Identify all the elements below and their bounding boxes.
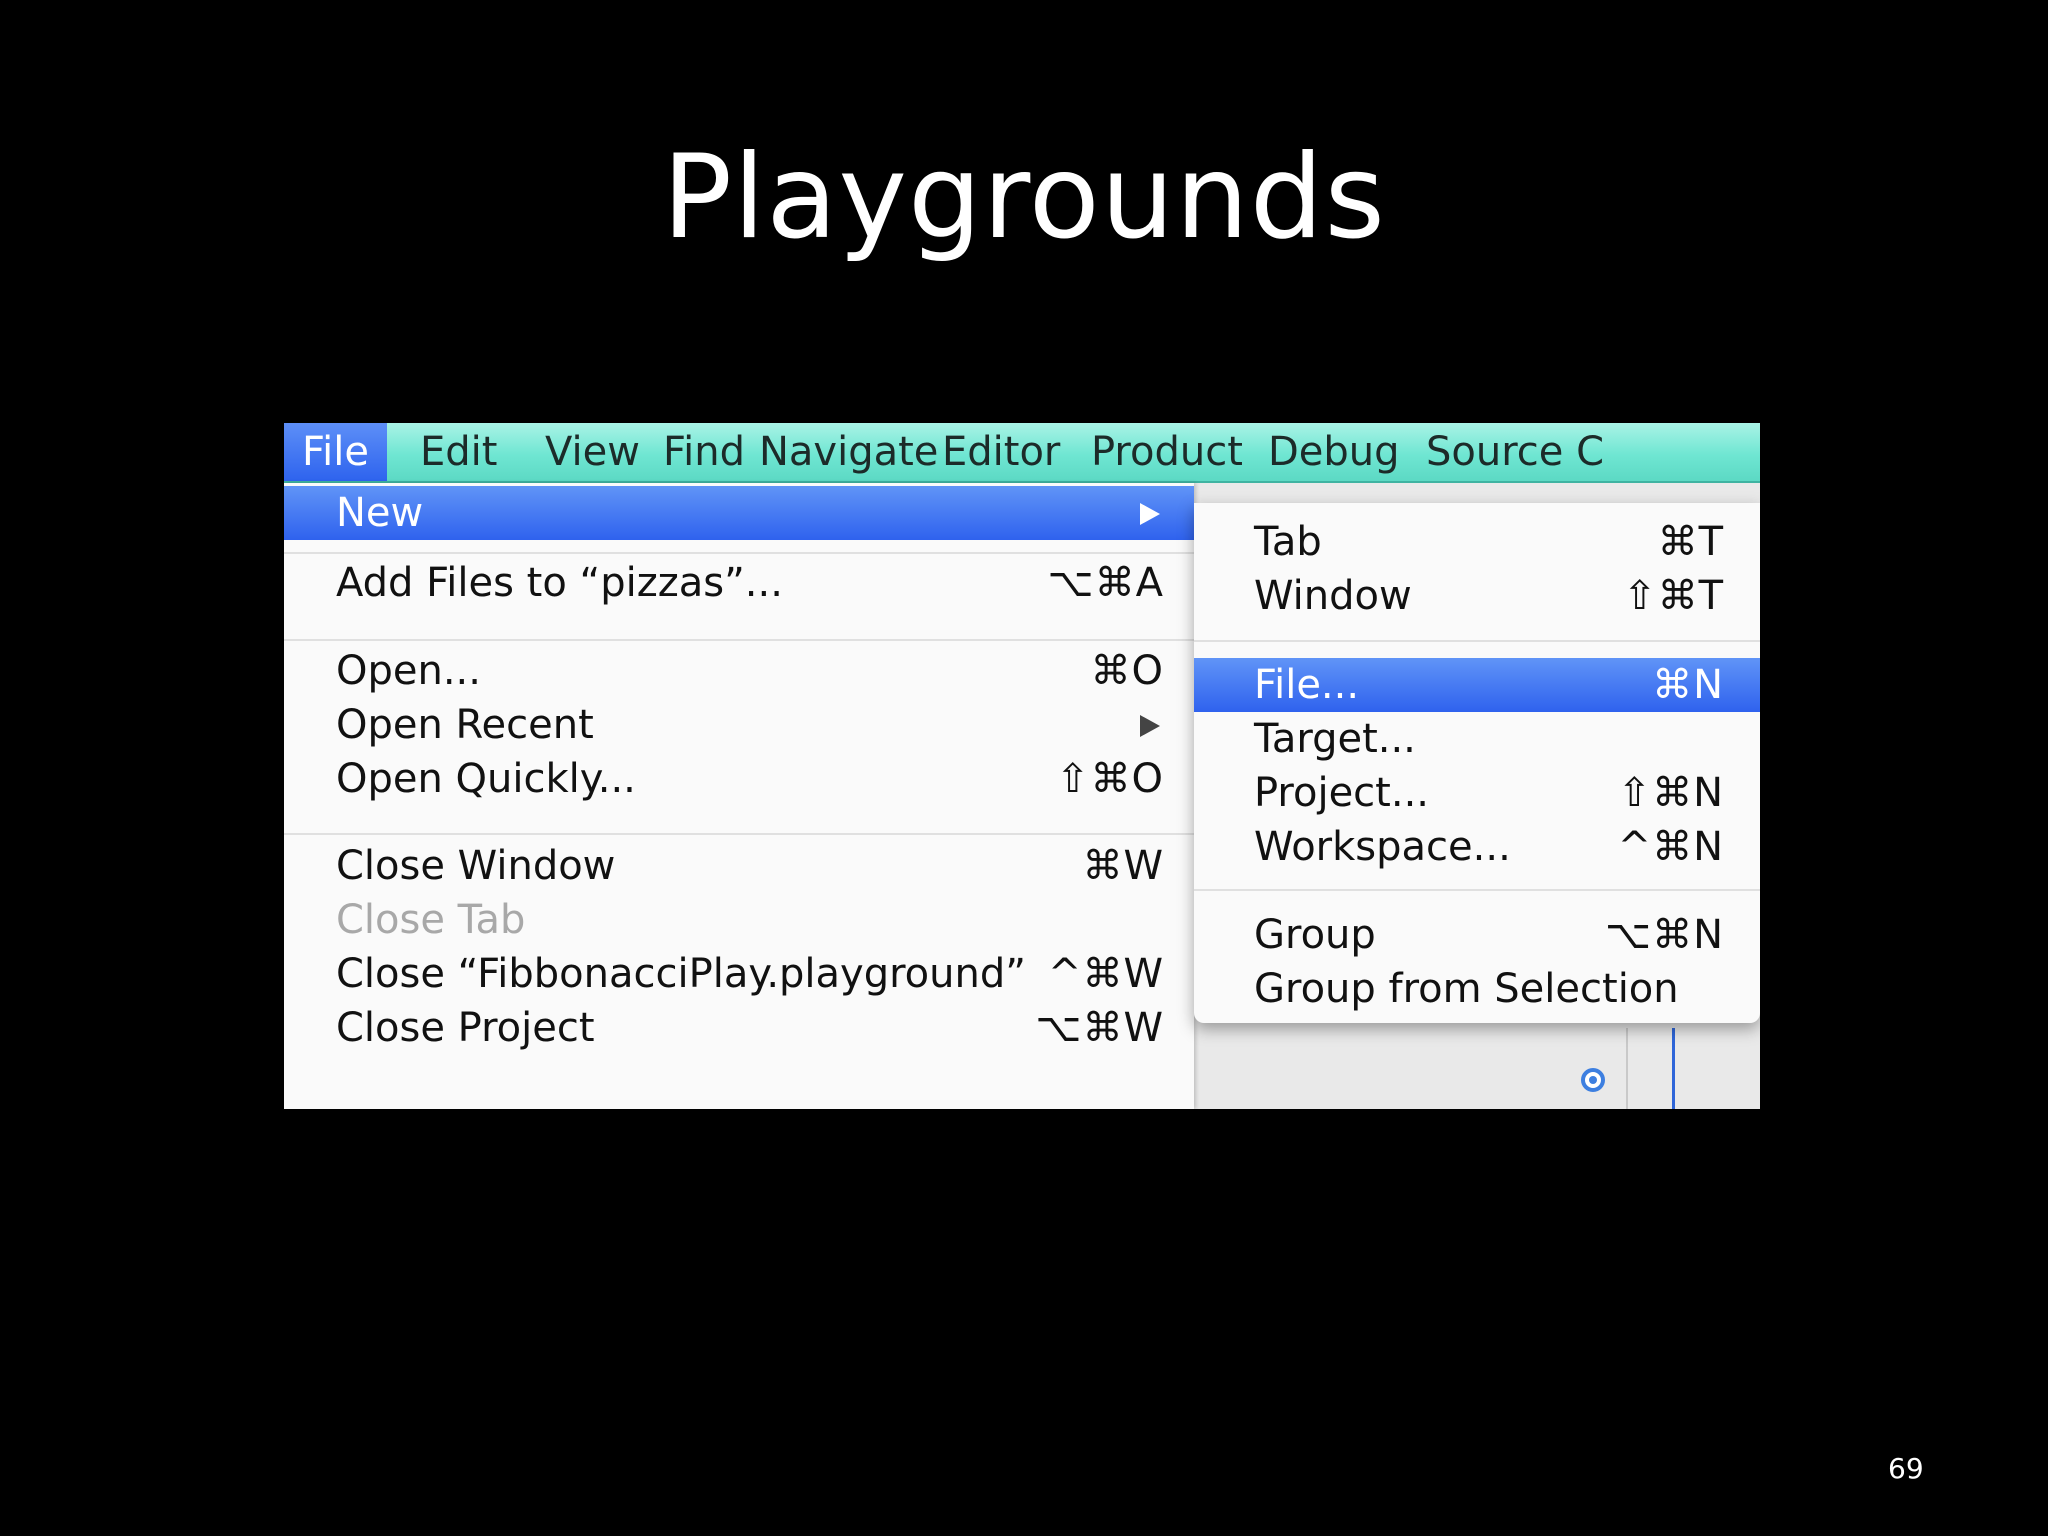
background-divider-blue [1672,1028,1675,1109]
submenu-item-group[interactable]: Group ⌥⌘N [1194,908,1760,962]
menu-file[interactable]: File [284,423,387,481]
menu-item-label: New [336,490,424,536]
xcode-screenshot: File Edit View Find Navigate Editor Prod… [284,423,1760,1109]
menu-item-label: Close Tab [336,897,526,943]
submenu-item-workspace[interactable]: Workspace... ^⌘N [1194,820,1760,874]
menu-separator [284,639,1194,641]
menu-item-shortcut: ⇧⌘T [1623,573,1724,619]
menu-item-shortcut: ⌘T [1657,519,1724,565]
slide-title: Playgrounds [662,130,1386,265]
submenu-item-window[interactable]: Window ⇧⌘T [1194,569,1760,623]
menu-item-label: File... [1254,662,1360,708]
menu-item-close-window[interactable]: Close Window ⌘W [284,839,1194,893]
menu-product[interactable]: Product [1083,423,1251,481]
menu-item-label: Close Window [336,843,616,889]
submenu-item-project[interactable]: Project... ⇧⌘N [1194,766,1760,820]
menu-item-label: Close “FibbonacciPlay.playground” [336,951,1026,997]
submenu-arrow-icon [1140,715,1160,737]
menu-item-shortcut: ⇧⌘N [1617,770,1724,816]
menu-item-open-recent[interactable]: Open Recent [284,698,1194,752]
menu-item-shortcut: ⌘O [1090,648,1164,694]
menu-item-label: Open... [336,648,481,694]
menu-item-shortcut: ⌘N [1652,662,1724,708]
menu-item-label: Window [1254,573,1412,619]
slide-number: 69 [1888,1452,1924,1485]
menu-navigate[interactable]: Navigate [751,423,946,481]
menu-item-label: Close Project [336,1005,595,1051]
menu-item-label: Open Quickly... [336,756,636,802]
submenu-item-file[interactable]: File... ⌘N [1194,658,1760,712]
menu-item-shortcut: ⇧⌘O [1056,756,1164,802]
menu-item-shortcut: ⌥⌘A [1047,560,1164,606]
menu-item-add-files[interactable]: Add Files to “pizzas”... ⌥⌘A [284,556,1194,610]
submenu-item-target[interactable]: Target... [1194,712,1760,766]
menu-item-close-project[interactable]: Close Project ⌥⌘W [284,1001,1194,1055]
menu-editor[interactable]: Editor [934,423,1068,481]
menu-item-shortcut: ^⌘N [1617,824,1724,870]
menu-item-shortcut: ⌘W [1082,843,1164,889]
menu-item-close-playground[interactable]: Close “FibbonacciPlay.playground” ^⌘W [284,947,1194,1001]
submenu-item-group-from-selection[interactable]: Group from Selection [1194,962,1760,1016]
menu-find[interactable]: Find [655,423,753,481]
menu-item-label: Tab [1254,519,1322,565]
menu-item-new[interactable]: New [284,486,1194,540]
menu-edit[interactable]: Edit [412,423,505,481]
menu-item-label: Open Recent [336,702,594,748]
background-divider [1626,1028,1628,1109]
menu-item-label: Target... [1254,716,1416,762]
menu-item-label: Workspace... [1254,824,1511,870]
menu-debug[interactable]: Debug [1260,423,1408,481]
menu-item-open[interactable]: Open... ⌘O [284,644,1194,698]
menu-item-label: Project... [1254,770,1429,816]
new-submenu: Tab ⌘T Window ⇧⌘T File... ⌘N Target... P… [1194,503,1760,1023]
submenu-item-tab[interactable]: Tab ⌘T [1194,515,1760,569]
menu-item-label: Add Files to “pizzas”... [336,560,783,606]
radio-button-icon[interactable] [1581,1068,1605,1092]
menu-item-shortcut: ⌥⌘N [1604,912,1724,958]
menu-bar: File Edit View Find Navigate Editor Prod… [284,423,1760,483]
menu-source-control[interactable]: Source C [1418,423,1612,481]
menu-separator [284,552,1194,554]
menu-separator [1194,889,1760,891]
menu-item-label: Group [1254,912,1376,958]
file-menu: New Add Files to “pizzas”... ⌥⌘A Open...… [284,483,1194,1109]
menu-item-open-quickly[interactable]: Open Quickly... ⇧⌘O [284,752,1194,806]
menu-separator [1194,640,1760,642]
menu-item-close-tab: Close Tab [284,893,1194,947]
submenu-arrow-icon [1140,503,1160,525]
menu-view[interactable]: View [537,423,648,481]
menu-separator [284,833,1194,835]
menu-item-shortcut: ^⌘W [1047,951,1164,997]
slide: Playgrounds File Edit View Find Navigate… [0,0,2048,1536]
menu-item-shortcut: ⌥⌘W [1035,1005,1164,1051]
menu-item-label: Group from Selection [1254,966,1679,1012]
